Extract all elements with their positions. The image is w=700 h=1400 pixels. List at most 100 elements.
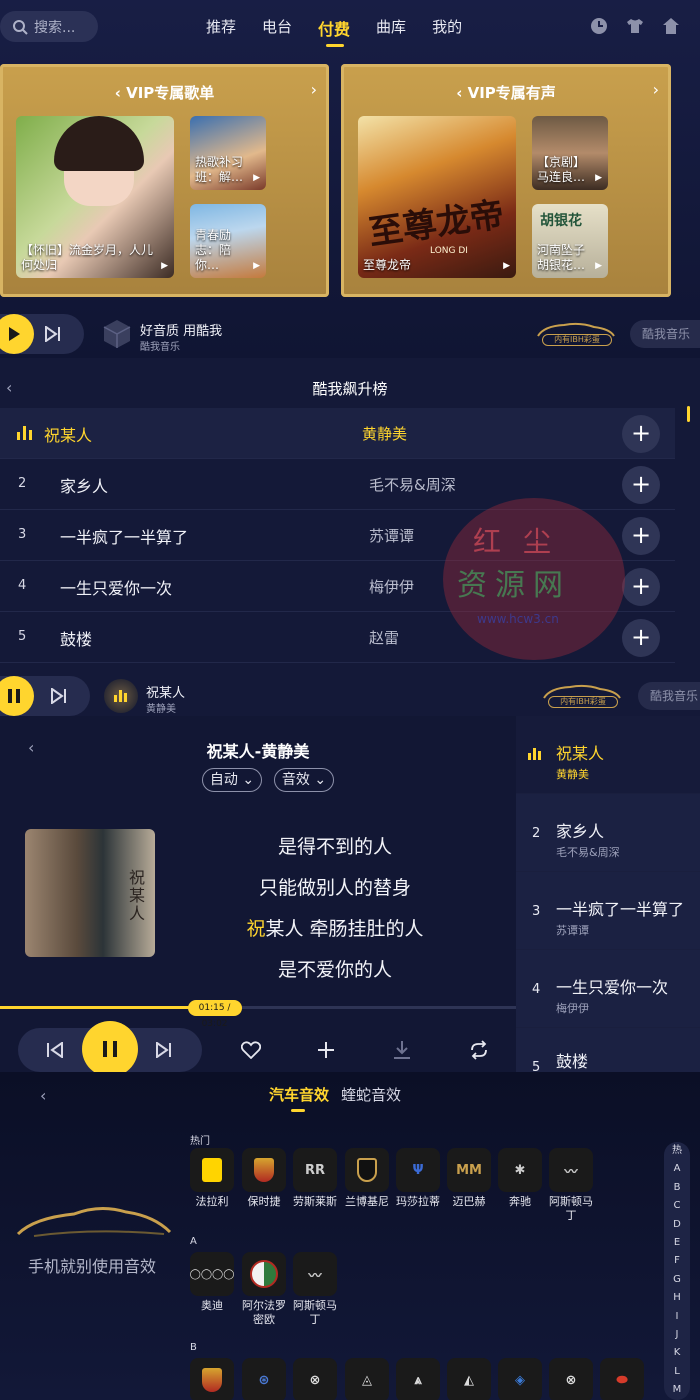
download-icon[interactable]: [393, 1040, 411, 1060]
brand-label: 迈巴赫: [452, 1195, 486, 1208]
progress-bar[interactable]: [0, 1006, 516, 1009]
brand-ferrari[interactable]: 法拉利: [188, 1148, 236, 1209]
chevron-right-icon[interactable]: ›: [311, 80, 317, 99]
alpha-e[interactable]: E: [664, 1234, 690, 1252]
pause-button[interactable]: [82, 1021, 138, 1072]
chevron-right-icon[interactable]: ›: [653, 80, 659, 99]
chart-row-1[interactable]: 祝某人 黄静美 +: [0, 408, 675, 459]
queue-item-5[interactable]: 5 鼓楼: [516, 1028, 700, 1072]
brand-b-7[interactable]: ◈: [496, 1358, 544, 1400]
brand-b-4[interactable]: ◬: [343, 1358, 391, 1400]
back-arrow-icon[interactable]: ‹: [40, 1086, 46, 1105]
brand-maybach[interactable]: MM 迈巴赫: [445, 1148, 493, 1209]
play-icon: ▶: [161, 261, 168, 271]
brand-label: 劳斯莱斯: [293, 1195, 337, 1208]
alpha-f[interactable]: F: [664, 1252, 690, 1270]
alpha-i[interactable]: I: [664, 1308, 690, 1326]
brand-mercedes[interactable]: ✱ 奔驰: [496, 1148, 544, 1209]
baic-icon: ◬: [345, 1358, 389, 1400]
heart-icon[interactable]: [241, 1041, 261, 1059]
brand-label[interactable]: 酷我音乐: [638, 682, 700, 710]
next-track-icon[interactable]: [155, 1042, 173, 1058]
shirt-icon[interactable]: [626, 17, 644, 35]
chart-row-2[interactable]: 2 家乡人 毛不易&周深 +: [0, 459, 675, 510]
vip-songlist-card[interactable]: ‹ VIP专属歌单 › 【怀旧】流金岁月，人儿何处归 ▶ 热歌补习班：解… ▶ …: [0, 64, 329, 297]
brand-rolls-royce[interactable]: RR 劳斯莱斯: [291, 1148, 339, 1209]
brand-porsche[interactable]: 保时捷: [240, 1148, 288, 1209]
audio-cover-large[interactable]: 至尊龙帝 LONG DI 至尊龙帝 ▶: [358, 116, 516, 278]
alphabet-index[interactable]: 热 A B C D E F G H I J K L M N: [664, 1142, 690, 1400]
alpha-l[interactable]: L: [664, 1363, 690, 1381]
tab-car-effects[interactable]: 汽车音效: [269, 1084, 329, 1112]
alpha-k[interactable]: K: [664, 1344, 690, 1362]
queue-item-4[interactable]: 4 一生只爱你一次 梅伊伊: [516, 950, 700, 1028]
brand-b-1[interactable]: [188, 1358, 236, 1400]
brand-audi[interactable]: ◯◯◯◯ 奥迪: [188, 1252, 236, 1313]
progress-time[interactable]: 01:15 / 03:02: [187, 1000, 242, 1029]
chart-song: 一半疯了一半算了: [60, 528, 189, 547]
lyric-highlight: 祝: [246, 918, 266, 940]
add-button[interactable]: +: [622, 517, 660, 555]
tab-recommend[interactable]: 推荐: [206, 16, 236, 40]
vip-audio-card[interactable]: ‹ VIP专属有声 › 至尊龙帝 LONG DI 至尊龙帝 ▶ 【京剧】马连良……: [341, 64, 671, 297]
brand-maserati[interactable]: Ψ 玛莎拉蒂: [394, 1148, 442, 1209]
car-badge[interactable]: 内有IBH彩蛋: [534, 320, 616, 346]
next-track-icon[interactable]: [44, 326, 62, 342]
brand-b-8[interactable]: ⊗: [547, 1358, 595, 1400]
add-button[interactable]: +: [622, 619, 660, 657]
add-button[interactable]: +: [622, 415, 660, 453]
now-playing-panel: ‹ 祝某人-黄静美 自动 ⌄ 音效 ⌄ 祝某人 是得不到的人 只能做别人的替身 …: [0, 716, 700, 1072]
tab-viper-effects[interactable]: 蝰蛇音效: [341, 1084, 401, 1105]
brand-aston-martin[interactable]: 〰阿斯顿马丁: [547, 1148, 595, 1223]
aston-martin-icon: 〰: [549, 1148, 593, 1192]
add-button[interactable]: +: [622, 466, 660, 504]
next-track-icon[interactable]: [50, 688, 68, 704]
watermark-line2: 资源网: [457, 568, 571, 603]
tab-radio[interactable]: 电台: [262, 16, 292, 40]
tab-mine[interactable]: 我的: [432, 16, 462, 40]
alpha-a[interactable]: A: [664, 1160, 690, 1178]
brand-lamborghini[interactable]: 兰博基尼: [343, 1148, 391, 1209]
chart-song: 祝某人: [44, 426, 93, 445]
queue-item-3[interactable]: 3 一半疯了一半算了 苏谭谭: [516, 872, 700, 950]
audio-cover-small-1[interactable]: 【京剧】马连良… ▶: [532, 116, 608, 190]
home-icon[interactable]: [662, 17, 680, 35]
mode-dropdown[interactable]: 自动 ⌄: [202, 768, 262, 792]
brand-label[interactable]: 酷我音乐: [630, 320, 700, 348]
car-badge[interactable]: 内有IBH彩蛋: [540, 682, 622, 708]
songlist-cover-large[interactable]: 【怀旧】流金岁月，人儿何处归 ▶: [16, 116, 174, 278]
brand-b-2[interactable]: ⊛: [240, 1358, 288, 1400]
alpha-d[interactable]: D: [664, 1216, 690, 1234]
brand-alfa-romeo[interactable]: 阿尔法罗密欧: [240, 1252, 288, 1327]
tab-library[interactable]: 曲库: [376, 16, 406, 40]
queue-item-2[interactable]: 2 家乡人 毛不易&周深: [516, 794, 700, 872]
alpha-m[interactable]: M: [664, 1381, 690, 1399]
scrollbar[interactable]: [687, 406, 690, 422]
brand-b-9[interactable]: ⬬: [598, 1358, 646, 1400]
alpha-c[interactable]: C: [664, 1197, 690, 1215]
alpha-h[interactable]: H: [664, 1289, 690, 1307]
chart-rank: 2: [18, 476, 27, 491]
alpha-g[interactable]: G: [664, 1271, 690, 1289]
alpha-b[interactable]: B: [664, 1179, 690, 1197]
alpha-j[interactable]: J: [664, 1326, 690, 1344]
add-icon[interactable]: [317, 1041, 335, 1059]
tab-paid[interactable]: 付费: [318, 16, 350, 47]
alpha-hot[interactable]: 热: [664, 1142, 690, 1160]
brand-b-5[interactable]: ⩓: [394, 1358, 442, 1400]
brand-aston-martin-a[interactable]: 〰阿斯顿马丁: [291, 1252, 339, 1327]
audio-cover-small-2[interactable]: 胡银花 河南坠子胡银花… ▶: [532, 204, 608, 278]
search-input[interactable]: 搜索...: [0, 11, 98, 42]
previous-track-icon[interactable]: [46, 1042, 64, 1058]
songlist-cover-small-2[interactable]: 青春励志：陪你… ▶: [190, 204, 266, 278]
queue-item-1[interactable]: 祝某人 黄静美: [516, 716, 700, 794]
clock-icon[interactable]: [590, 17, 608, 35]
queue-num: 5: [532, 1060, 541, 1072]
album-thumb[interactable]: [104, 679, 138, 713]
add-button[interactable]: +: [622, 568, 660, 606]
brand-b-6[interactable]: ◭: [445, 1358, 493, 1400]
effect-dropdown[interactable]: 音效 ⌄: [274, 768, 334, 792]
songlist-cover-small-1[interactable]: 热歌补习班：解… ▶: [190, 116, 266, 190]
brand-b-3[interactable]: ⊗: [291, 1358, 339, 1400]
repeat-icon[interactable]: [468, 1040, 490, 1060]
